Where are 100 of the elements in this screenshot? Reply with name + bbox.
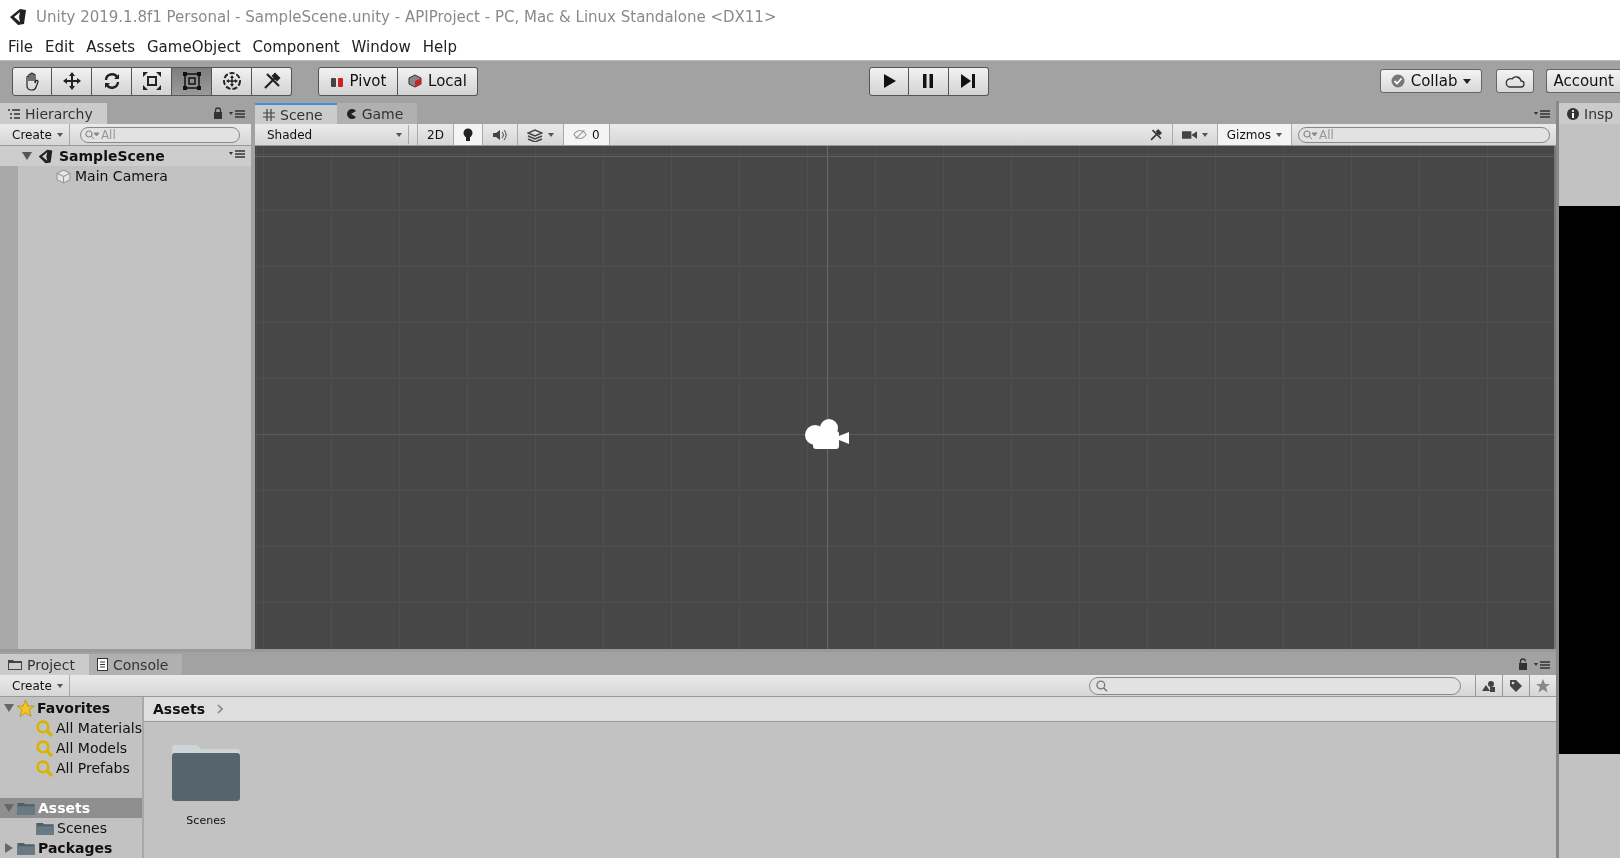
magnifier-icon [36,719,53,737]
step-icon [960,73,977,89]
tree-item[interactable]: Packages [0,838,142,858]
create-dropdown[interactable]: Create [0,124,70,145]
camera-gizmo-icon[interactable] [803,417,851,451]
view-tab[interactable]: Game [336,103,418,124]
tree-item[interactable]: All Models [0,738,142,758]
tree-item[interactable]: All Materials [0,718,142,738]
cube-icon [408,74,423,88]
star-icon [1536,678,1550,693]
tool-button[interactable] [92,66,132,96]
tag-icon [1509,678,1523,693]
hierarchy-tab[interactable]: Hierarchy [0,103,107,124]
folder-icon[interactable] [170,744,242,802]
asset-name[interactable]: Scenes [186,814,226,827]
view-tab[interactable]: Scene [255,103,337,124]
scene-name[interactable]: SampleScene [59,148,165,164]
bulb-icon [462,127,473,142]
folder-icon [36,821,54,835]
shading-dropdown[interactable]: Shaded [261,125,409,144]
folder-icon [17,801,35,815]
tool-button[interactable] [212,66,252,96]
caret-icon [396,132,402,137]
star-icon [17,699,34,717]
scale-icon [141,71,162,91]
shapes-icon [1482,679,1496,692]
check-circle-icon [1390,74,1405,88]
tree-item[interactable]: All Prefabs [0,758,142,778]
tool-button[interactable] [252,66,292,96]
hidden-eye-icon [572,129,587,140]
speaker-icon [491,128,508,141]
menu-icon[interactable] [229,109,245,119]
caret-icon [1201,132,1208,137]
panel-tab[interactable]: Project [0,654,89,675]
panel-tab[interactable]: Console [88,654,183,675]
lighting-toggle[interactable] [453,124,483,145]
menu-icon[interactable] [229,148,245,159]
search-icon [1096,679,1108,692]
menu-item[interactable]: Edit [39,38,81,56]
cube-icon [56,168,71,184]
search-field[interactable]: All [1298,126,1550,143]
unity-logo-icon [37,147,54,165]
menu-icon[interactable] [1534,109,1550,119]
pivot-button[interactable]: Pivot [318,66,398,96]
tool-button[interactable] [52,66,92,96]
search-icon [84,129,99,140]
expand-arrow-icon[interactable] [22,151,32,161]
tree-item[interactable]: Favorites [0,698,142,718]
tool-button[interactable] [132,66,172,96]
hidden-objects-toggle[interactable]: 0 [563,124,610,145]
chevron-icon [217,704,224,714]
local-button[interactable]: Local [398,66,478,96]
gizmos-dropdown[interactable]: Gizmos [1217,124,1292,145]
grid-icon [263,108,275,121]
move-arrows-icon [61,71,82,91]
menu-item[interactable]: File [2,38,40,56]
menu-item[interactable]: Help [416,38,463,56]
search-field[interactable]: All [79,126,240,143]
tree-item[interactable]: Scenes [0,818,142,838]
account-dropdown[interactable]: Account [1546,69,1620,93]
menu-item[interactable]: GameObject [141,38,247,56]
lock-icon[interactable] [213,107,223,119]
folder-icon [17,841,35,855]
cloud-button[interactable] [1496,69,1535,93]
menu-item[interactable]: Component [246,38,346,56]
rect-tool-icon [181,71,202,91]
2d-toggle[interactable]: 2D [417,124,454,145]
expand-arrow-icon [4,803,14,813]
folder-icon [8,659,22,670]
lock-icon[interactable] [1518,658,1528,670]
hierarchy-item[interactable]: Main Camera [75,168,168,184]
layers-icon [526,127,543,142]
play-button[interactable] [868,66,909,96]
collab-dropdown[interactable]: Collab [1379,69,1483,93]
caret-icon [56,132,63,137]
expand-arrow-icon [4,703,14,713]
video-camera-icon [1181,129,1197,140]
step-button[interactable] [948,66,989,96]
tools-icon [1148,127,1163,142]
pause-button[interactable] [908,66,949,96]
transform-icon [221,71,242,91]
document-icon [96,658,108,671]
list-icon [8,108,20,119]
tool-button[interactable] [172,66,212,96]
pacman-icon [344,107,357,120]
inspector-tab[interactable]: Insp [1559,103,1620,124]
search-field[interactable] [1089,676,1461,695]
search-icon [1303,129,1317,140]
menu-item[interactable]: Window [345,38,417,56]
tool-button[interactable] [12,66,52,96]
caret-icon [547,132,554,137]
caret-icon [1276,132,1282,137]
window-title: Unity 2019.1.8f1 Personal - SampleScene.unity - APIProject - PC, Mac & Linux Standalone <DX11> [36,8,777,26]
unity-logo-icon [8,7,28,27]
create-dropdown[interactable]: Create [0,675,70,696]
menu-icon[interactable] [1534,660,1550,670]
breadcrumb[interactable]: Assets [153,701,206,717]
caret-icon [56,683,63,688]
scene-row[interactable]: SampleScene [0,146,251,166]
menu-item[interactable]: Assets [80,38,141,56]
